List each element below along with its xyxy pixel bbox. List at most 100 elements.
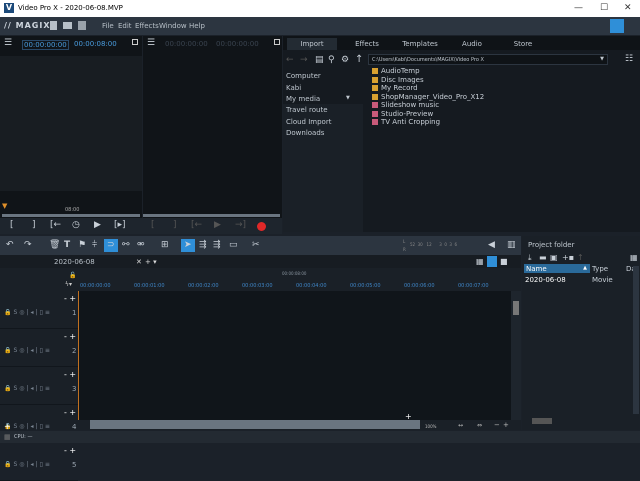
- track-controls-icons[interactable]: 🔒S◎|◂|▯≡: [4, 309, 52, 316]
- maximize-button[interactable]: ☐: [600, 3, 608, 13]
- zoom-all-icon[interactable]: ⇔: [477, 422, 482, 429]
- marker-icon[interactable]: ⚑: [78, 240, 86, 250]
- unlink-icon[interactable]: ⚮: [137, 240, 145, 250]
- go-to-start-button[interactable]: [←: [50, 220, 61, 230]
- add-tab-button[interactable]: + ▾: [145, 258, 157, 266]
- track-controls-icons[interactable]: 🔒S◎|◂|▯≡: [4, 461, 52, 468]
- magnet-icon[interactable]: ⊃: [107, 240, 115, 250]
- track-controls-icons[interactable]: 🔒S◎|◂|▯≡: [4, 347, 52, 354]
- track-resize-buttons[interactable]: - +: [64, 332, 76, 341]
- storyboard-view-icon[interactable]: ▦: [476, 257, 484, 266]
- menu-effects[interactable]: Effects: [135, 22, 159, 30]
- minimize-button[interactable]: —: [574, 3, 583, 13]
- delete-icon[interactable]: 🗑: [49, 240, 60, 250]
- loop-icon[interactable]: ◷: [72, 220, 80, 230]
- mark-out-button-right[interactable]: ]: [173, 220, 177, 230]
- project-tab[interactable]: 2020-06-08: [54, 258, 95, 266]
- tab-audio[interactable]: Audio: [447, 38, 497, 50]
- settings-button[interactable]: [610, 19, 624, 33]
- horizontal-scrollbar[interactable]: [532, 418, 552, 424]
- column-type[interactable]: Type: [592, 265, 608, 273]
- play-button[interactable]: ▶: [94, 220, 101, 230]
- nav-kabi[interactable]: Kabi: [286, 84, 301, 92]
- record-button[interactable]: [257, 222, 266, 231]
- file-item[interactable]: Studio-Preview: [372, 110, 433, 118]
- track-resize-buttons[interactable]: - +: [64, 408, 76, 417]
- menu-help[interactable]: Help: [189, 22, 205, 30]
- nav-my-media[interactable]: My media: [286, 95, 320, 103]
- go-to-start-button-right[interactable]: [←: [191, 220, 202, 230]
- menu-edit[interactable]: Edit: [118, 22, 132, 30]
- mixer-icon[interactable]: ▭: [229, 240, 238, 250]
- nav-downloads[interactable]: Downloads: [286, 129, 324, 137]
- playhead-marker-icon[interactable]: ▼: [2, 202, 7, 210]
- folder-icon[interactable]: ▬: [539, 253, 547, 262]
- preview-monitor-right[interactable]: ☰ 00:00:00:00 00:00:00:00: [143, 36, 282, 232]
- back-icon[interactable]: ←: [286, 55, 294, 65]
- scrub-bar[interactable]: [143, 214, 280, 217]
- file-item[interactable]: ShopManager_Video_Pro_X12: [372, 93, 484, 101]
- tab-store[interactable]: Store: [498, 38, 548, 50]
- nav-travel-route[interactable]: Travel route: [286, 106, 328, 114]
- track-resize-buttons[interactable]: - +: [64, 446, 76, 455]
- chevron-down-icon[interactable]: ▼: [346, 95, 350, 101]
- track-controls-icons[interactable]: 🔒S◎|◂|▯≡: [4, 385, 52, 392]
- play-button-right[interactable]: ▶: [214, 220, 221, 230]
- close-tab-icon[interactable]: ✕: [136, 258, 142, 266]
- add-track-button[interactable]: +: [4, 422, 11, 431]
- zoom-level[interactable]: 100%: [425, 424, 436, 429]
- menu-window[interactable]: Window: [159, 22, 187, 30]
- menu-file[interactable]: File: [102, 22, 114, 30]
- layout-icon[interactable]: ▦: [4, 433, 11, 441]
- tab-templates[interactable]: Templates: [395, 38, 445, 50]
- timeline-tracks-area[interactable]: [78, 291, 511, 420]
- project-row-name[interactable]: 2020-06-08: [525, 276, 566, 284]
- track-controls-icons[interactable]: 🔒S◎|◂|▯≡: [4, 423, 52, 430]
- timecode-end[interactable]: 00:00:00:00: [216, 40, 259, 48]
- grid-view-icon[interactable]: ▦: [630, 253, 638, 262]
- track-header[interactable]: - + 🔒S◎|◂|▯≡ 2: [0, 329, 78, 367]
- maximize-monitor-icon[interactable]: [132, 39, 138, 45]
- track-resize-buttons[interactable]: - +: [64, 370, 76, 379]
- close-button[interactable]: ✕: [624, 3, 632, 13]
- zoom-in-vertical-button[interactable]: +: [405, 412, 412, 421]
- fit-icon[interactable]: ↔: [458, 422, 463, 429]
- file-item[interactable]: AudioTemp: [372, 67, 420, 75]
- horizontal-scrollbar[interactable]: [90, 420, 420, 429]
- new-folder-icon[interactable]: +▪: [562, 253, 574, 262]
- split-icon[interactable]: ⫩: [92, 240, 97, 250]
- file-item[interactable]: TV Anti Cropping: [372, 118, 440, 126]
- up-arrow-icon[interactable]: ↑: [355, 54, 363, 65]
- redo-icon[interactable]: ↷: [24, 240, 32, 250]
- timecode-start[interactable]: 00:00:00:00: [22, 40, 69, 50]
- preview-monitor-left[interactable]: ☰ 00:00:00:00 00:00:08:00 ▼ 08:00: [0, 36, 142, 232]
- scene-view-icon[interactable]: ■: [500, 257, 508, 266]
- open-folder-icon[interactable]: [63, 22, 72, 29]
- nav-computer[interactable]: Computer: [286, 72, 321, 80]
- mixer-panel-icon[interactable]: ▥: [507, 240, 516, 250]
- track-header[interactable]: - + 🔒S◎|◂|▯≡ 1: [0, 291, 78, 329]
- pointer-icon[interactable]: ➤: [184, 240, 192, 250]
- title-icon[interactable]: T: [64, 240, 70, 250]
- track-header[interactable]: - + 🔒S◎|◂|▯≡ 3: [0, 367, 78, 405]
- timecode-end[interactable]: 00:00:08:00: [74, 40, 117, 48]
- mark-out-button[interactable]: ]: [32, 220, 36, 230]
- up-arrow-icon[interactable]: ↑: [577, 253, 584, 262]
- nav-cloud-import[interactable]: Cloud Import: [286, 118, 331, 126]
- lock-icon[interactable]: 🔓: [69, 272, 76, 279]
- undo-icon[interactable]: ↶: [6, 240, 14, 250]
- menu-icon[interactable]: ☰: [147, 38, 155, 48]
- range-select-icon[interactable]: ⇶: [199, 240, 207, 250]
- forward-icon[interactable]: →: [300, 55, 308, 65]
- import-icon[interactable]: ⤓: [528, 253, 532, 263]
- vertical-scrollbar[interactable]: [633, 266, 639, 414]
- tab-import[interactable]: Import: [287, 38, 337, 50]
- vertical-scrollbar[interactable]: [511, 291, 521, 420]
- file-item[interactable]: Slideshow music: [372, 101, 439, 109]
- new-file-icon[interactable]: [50, 21, 57, 30]
- maximize-monitor-icon[interactable]: [274, 39, 280, 45]
- track-select-icon[interactable]: ⇶: [213, 240, 221, 250]
- path-dropdown[interactable]: C:\Users\Kabi\Documents\MAGIX\Video Pro …: [368, 54, 608, 65]
- menu-icon[interactable]: ☰: [4, 38, 12, 48]
- search-icon[interactable]: ⚲: [328, 55, 335, 65]
